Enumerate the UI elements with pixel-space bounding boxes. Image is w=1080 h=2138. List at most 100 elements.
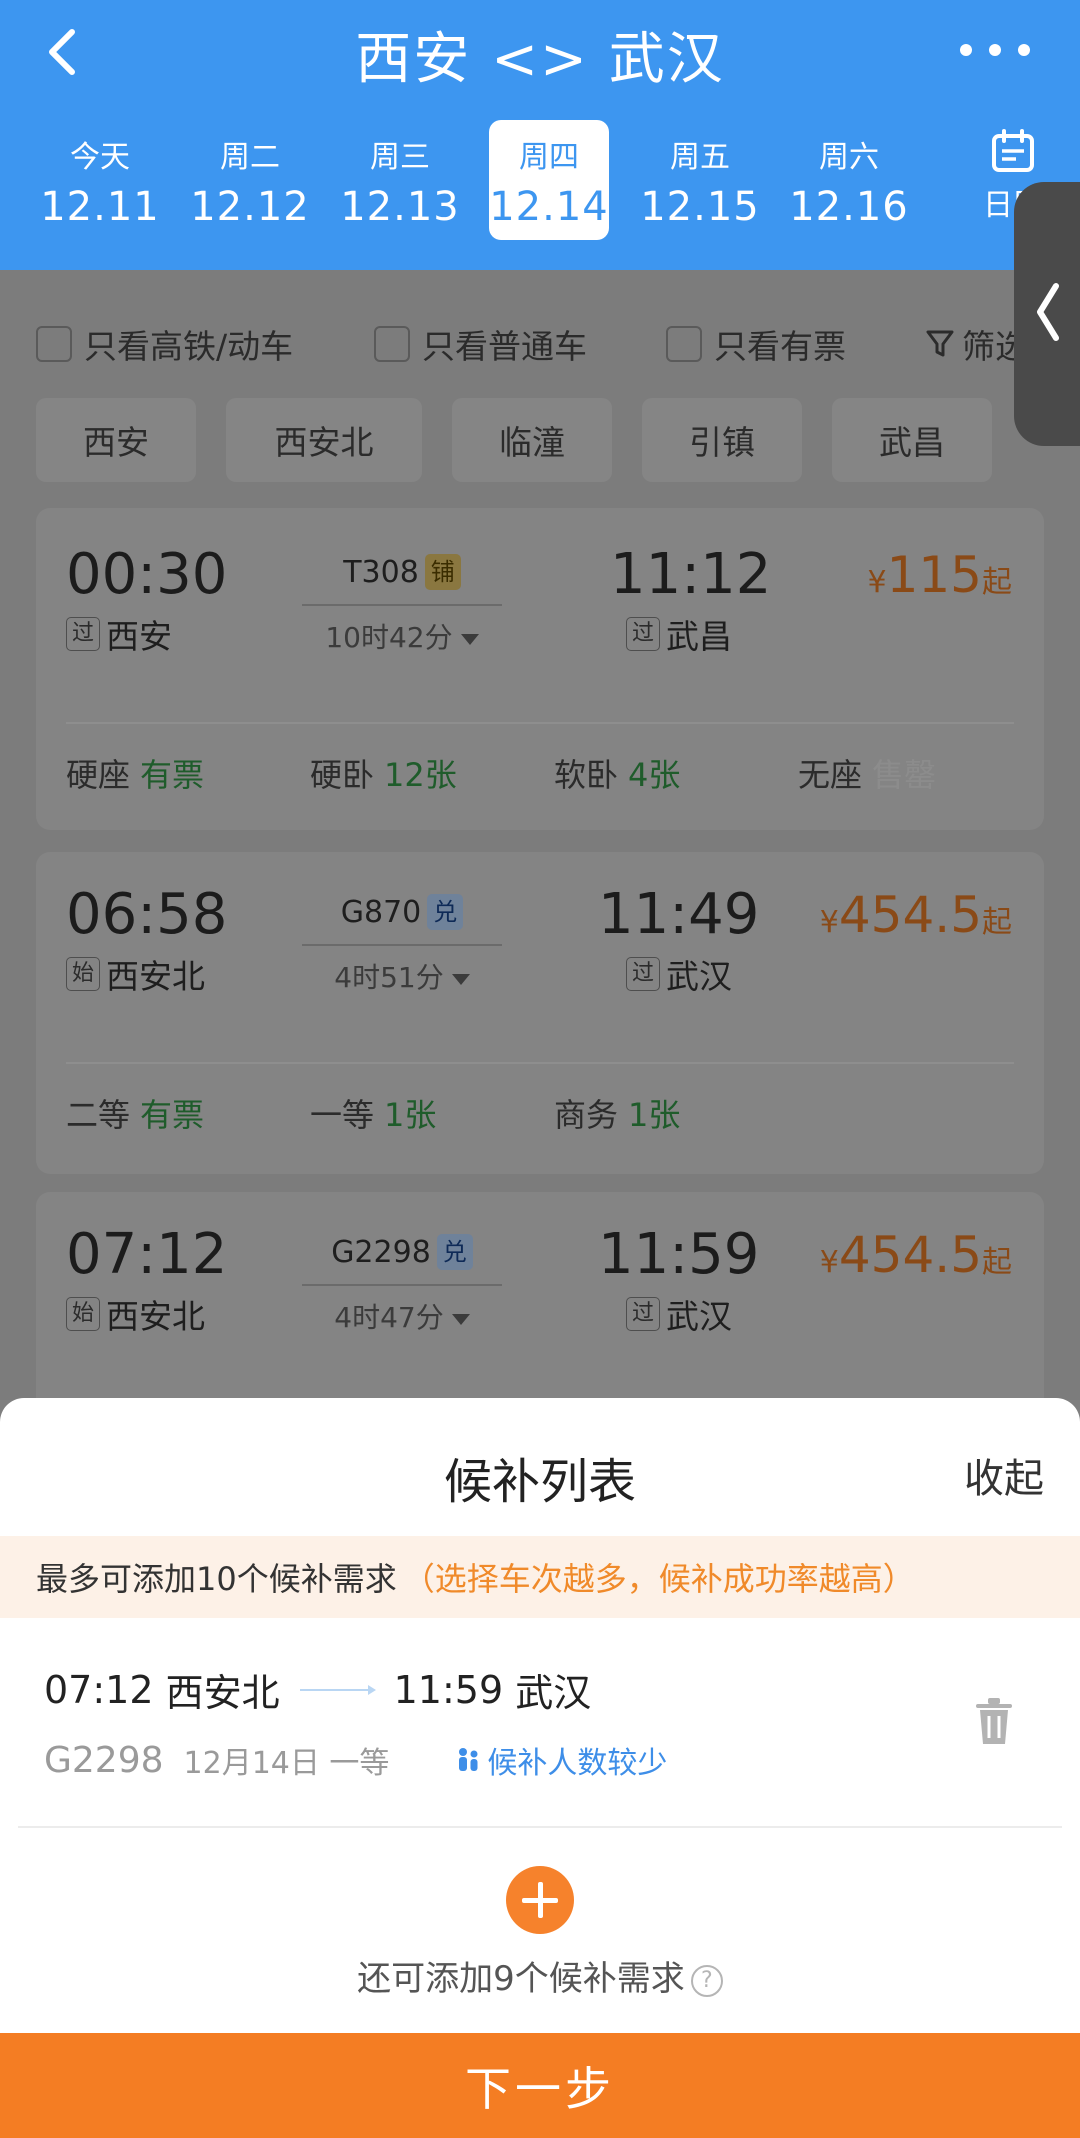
notice-highlight: （选择车次越多，候补成功率越高） [402, 1560, 915, 1598]
checkbox-icon [666, 326, 702, 362]
seat-class: 一等 [329, 1746, 390, 1781]
pass-tag: 过 [66, 617, 100, 651]
train-card[interactable]: 00:30 过西安 T308 铺 10时42分 11:12 过武昌 ¥115起 硬… [36, 508, 1044, 830]
filter-normal-checkbox[interactable]: 只看普通车 [374, 320, 587, 368]
seat-name: 商务 [554, 1096, 619, 1134]
date-tab-1[interactable]: 周二 12.12 [190, 120, 310, 240]
travel-date: 12月14日 [183, 1746, 320, 1781]
station-chip[interactable]: 引镇 [642, 398, 802, 482]
date-value: 12.14 [489, 184, 609, 230]
date-tab-4[interactable]: 周五 12.15 [640, 120, 760, 240]
seat-info: 硬座 有票 [66, 750, 204, 796]
train-code: G870 [340, 894, 422, 930]
price-suffix: 起 [982, 565, 1012, 600]
filter-available-checkbox[interactable]: 只看有票 [666, 320, 846, 368]
price-value: 454.5 [838, 1226, 982, 1284]
divider [66, 722, 1014, 724]
filter-high-speed-checkbox[interactable]: 只看高铁/动车 [36, 320, 293, 368]
seat-name: 软卧 [554, 756, 619, 794]
station-name: 西安北 [106, 957, 205, 996]
route-line [302, 604, 502, 606]
train-card[interactable]: 07:12 始西安北 G2298 兑 4时47分 11:59 过武汉 ¥454.5… [36, 1192, 1044, 1432]
arrival-station: 过武汉 [626, 1290, 732, 1338]
price-value: 454.5 [838, 886, 982, 944]
seat-name: 硬卧 [310, 756, 375, 794]
seat-availability: 12张 [384, 756, 457, 794]
price: ¥454.5起 [820, 886, 1012, 944]
station-chips: 西安 西安北 临潼 引镇 武昌 [36, 398, 1080, 482]
train-card[interactable]: 06:58 始西安北 G870 兑 4时51分 11:49 过武汉 ¥454.5起… [36, 852, 1044, 1174]
dep-time: 07:12 [44, 1667, 154, 1712]
checkbox-icon [36, 326, 72, 362]
station-chip[interactable]: 西安北 [226, 398, 422, 482]
seat-name: 无座 [798, 756, 863, 794]
pass-tag: 过 [626, 617, 660, 651]
station-chip[interactable]: 临潼 [452, 398, 612, 482]
date-tab-5[interactable]: 周六 12.16 [789, 120, 909, 240]
route-line [302, 1284, 502, 1286]
departure-station: 始西安北 [66, 1290, 205, 1338]
top-bar: 西安 <> 武汉 今天 12.11 周二 12.12 周三 12.13 周四 1… [0, 0, 1080, 270]
add-waitlist-button[interactable] [506, 1866, 574, 1934]
people-icon [459, 1748, 478, 1771]
departure-time: 07:12 [66, 1222, 228, 1287]
seat-availability: 1张 [628, 1096, 681, 1134]
station-name: 武昌 [666, 617, 732, 656]
trash-icon[interactable] [974, 1696, 1014, 1750]
seat-info: 软卧 4张 [554, 750, 680, 796]
duration: 4时47分 [302, 1296, 502, 1336]
seat-availability: 有票 [140, 1096, 205, 1134]
date-tab-3-selected[interactable]: 周四 12.14 [489, 120, 609, 240]
arrival-station: 过武汉 [626, 950, 732, 998]
date-value: 12.11 [40, 184, 160, 230]
add-tip-text: 还可添加9个候补需求 [357, 1959, 685, 1999]
collapse-button[interactable]: 收起 [964, 1446, 1044, 1504]
seat-info: 硬卧 12张 [310, 750, 457, 796]
date-selector: 今天 12.11 周二 12.12 周三 12.13 周四 12.14 周五 1… [0, 120, 1080, 244]
arrow-icon [299, 1684, 376, 1695]
redeem-badge: 兑 [436, 1234, 473, 1270]
date-weekday: 周二 [220, 140, 280, 175]
seat-info: 无座 售罄 [798, 750, 936, 796]
filter-button[interactable]: 筛选 [926, 320, 1028, 368]
train-code: G2298 [44, 1739, 164, 1781]
arr-time: 11:59 [393, 1667, 504, 1712]
departure-station: 过西安 [66, 610, 172, 658]
date-tab-0[interactable]: 今天 12.11 [40, 120, 160, 240]
departure-time: 00:30 [66, 542, 228, 607]
seat-availability: 1张 [384, 1096, 437, 1134]
departure-station: 始西安北 [66, 950, 205, 998]
arrival-time: 11:59 [598, 1222, 760, 1287]
redeem-badge: 兑 [427, 894, 464, 930]
seat-info: 二等 有票 [66, 1090, 204, 1136]
duration: 10时42分 [302, 616, 502, 656]
seat-info: 一等 1张 [310, 1090, 436, 1136]
train-number: G2298 兑 [302, 1234, 502, 1270]
train-code: G2298 [331, 1234, 431, 1270]
seat-info: 商务 1张 [554, 1090, 680, 1136]
date-tab-2[interactable]: 周三 12.13 [340, 120, 460, 240]
side-drawer-handle[interactable] [1014, 182, 1080, 446]
waitlist-sheet: 候补列表 收起 最多可添加10个候补需求 （选择车次越多，候补成功率越高） 07:… [0, 1398, 1080, 2138]
next-step-button[interactable]: 下一步 [0, 2033, 1080, 2138]
pass-tag: 过 [626, 1297, 660, 1331]
more-icon[interactable] [960, 38, 1030, 62]
arrival-time: 11:49 [598, 882, 760, 947]
chevron-left-icon [1037, 283, 1059, 341]
currency: ¥ [867, 565, 887, 600]
arrival-time: 11:12 [610, 542, 772, 607]
route-line [302, 944, 502, 946]
sheet-title: 候补列表 [443, 1454, 636, 1510]
seat-availability: 有票 [140, 756, 205, 794]
train-list-overlayed: 只看高铁/动车 只看普通车 只看有票 筛选 西安 西安北 临潼 引镇 武昌 00… [0, 270, 1080, 1432]
help-icon[interactable]: ? [690, 1964, 723, 1997]
station-chip[interactable]: 武昌 [832, 398, 992, 482]
origin-tag: 始 [66, 957, 100, 991]
station-name: 武汉 [666, 1297, 732, 1336]
price: ¥454.5起 [820, 1226, 1012, 1284]
seat-name: 一等 [310, 1096, 375, 1134]
train-number: T308 铺 [302, 554, 502, 590]
filter-label: 只看高铁/动车 [84, 327, 294, 366]
date-value: 12.15 [640, 184, 760, 230]
station-chip[interactable]: 西安 [36, 398, 196, 482]
